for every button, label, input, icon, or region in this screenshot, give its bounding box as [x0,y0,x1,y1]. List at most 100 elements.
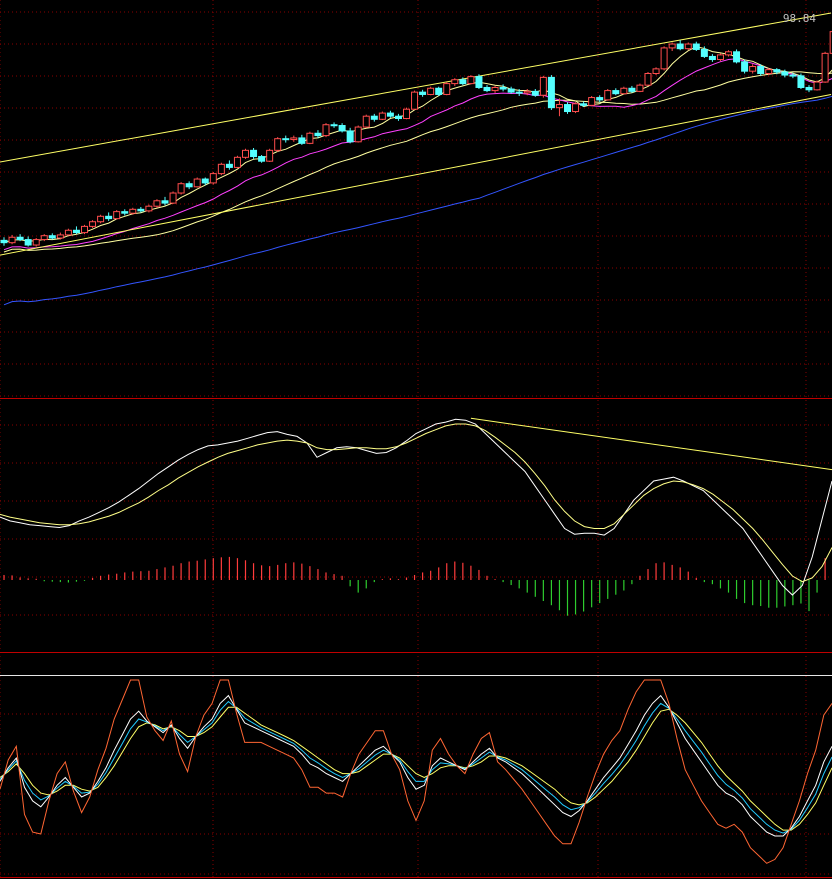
candle-body [483,86,491,92]
candle-body [531,90,539,96]
candle-body [64,229,72,236]
candle-body [733,51,741,63]
candle [290,135,298,142]
candle [282,135,290,143]
candle [169,191,177,204]
candle-body [113,211,121,220]
candle-body [781,71,789,76]
candle-body [451,79,459,85]
candle [48,233,56,240]
candle [733,49,741,64]
candle-body [467,76,475,85]
candle [185,181,193,190]
candle [217,162,225,176]
candle [274,137,282,152]
candle [644,71,652,86]
candle-body [282,138,290,141]
candle-body [572,103,580,113]
candle-body [169,192,177,204]
candle-body [225,163,233,168]
chart-canvas[interactable] [0,0,832,879]
candle-body [32,239,40,246]
candle-body [48,235,56,239]
candle [676,40,684,51]
candle [0,237,8,246]
candle-body [314,132,322,137]
ma-long-line [3,95,832,306]
candle-body [660,47,668,70]
candle-body [539,76,547,96]
stock-chart-window: 98.84 [0,0,832,879]
candle-body [700,48,708,57]
candle [467,75,475,85]
candle-body [765,69,773,75]
candle [346,127,354,144]
candle [242,148,249,159]
candle-body [177,183,185,194]
candle-body [0,239,8,244]
candle [338,123,346,133]
candle [370,113,378,122]
candle-body [16,236,24,241]
candle [105,212,113,221]
candle [555,98,563,117]
candle-body [258,156,266,162]
candle [250,148,258,159]
candle [362,114,370,128]
candle-body [209,173,217,184]
kdj-mid-line [0,700,832,834]
candle-body [652,68,660,75]
candle-body [354,126,362,143]
candle-body [628,87,636,92]
candle-body [193,178,201,188]
candle-body [394,115,402,120]
candle-body [636,84,644,92]
candle [660,46,668,71]
candle [394,113,402,121]
price-high-label: 98.84 [782,12,816,25]
candle-body [298,137,306,144]
candle [193,177,201,188]
candle-body [201,178,209,184]
candle-body [97,215,105,223]
candle-body [676,43,684,50]
candle-body [105,215,113,220]
candle-body [338,125,346,132]
candle-body [459,79,467,85]
candle [805,85,813,93]
candle-body [56,234,64,239]
candle-body [137,208,145,212]
candle [322,123,330,138]
candle [411,90,419,110]
price-channel-line [0,12,832,163]
candle-body [217,163,225,175]
candle-body [580,103,588,106]
candle-body [346,130,354,143]
candle [612,88,620,96]
candle-body [290,137,298,140]
candle-body [789,74,797,77]
candle [64,228,72,236]
candle [89,220,97,228]
candle-body [684,43,692,50]
candle [354,125,362,143]
candle-body [233,156,241,168]
candle-body [266,149,274,162]
candle [306,131,314,145]
candle [153,199,161,208]
candle [225,160,233,170]
candle [475,74,483,90]
candle [749,64,757,74]
candle [620,86,628,95]
candle [813,80,821,91]
candle [547,75,555,110]
candle-body [515,91,523,94]
candle-body [773,69,781,73]
candle-body [741,61,749,72]
candle [572,102,580,114]
candle [668,42,676,52]
candle-body [330,124,338,127]
candle-body [757,66,765,75]
candle [403,107,410,120]
candle [97,214,105,224]
